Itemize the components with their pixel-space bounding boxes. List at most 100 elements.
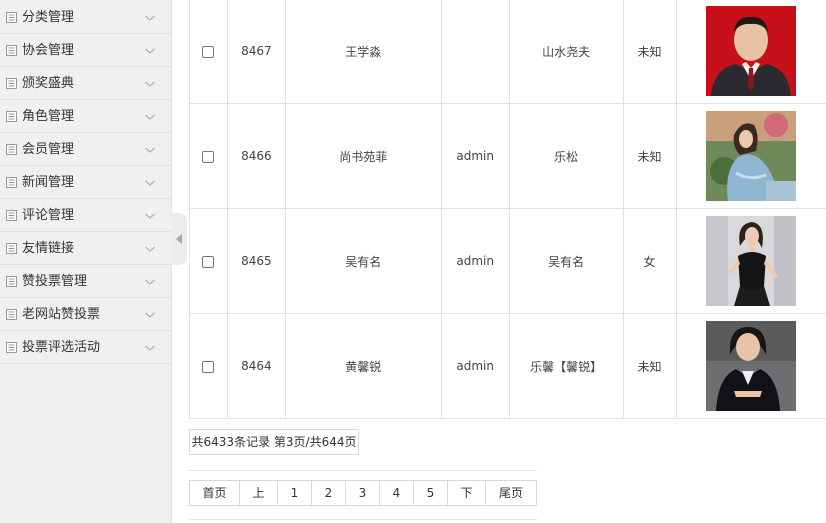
sidebar-collapse-toggle[interactable] — [171, 213, 187, 265]
row-checkbox[interactable] — [202, 255, 215, 268]
sidebar-item-label: 颁奖盛典 — [22, 76, 75, 91]
portrait-photo — [705, 6, 796, 96]
chevron-down-icon — [145, 180, 155, 186]
row-select-cell — [189, 0, 228, 104]
document-icon — [6, 342, 17, 353]
table-row: 8465 吴有名 admin 吴有名 女 — [189, 208, 826, 314]
name-cell: 黄馨锐 — [284, 313, 442, 419]
first-page-button[interactable]: 首页 — [190, 481, 240, 505]
sidebar-item-label: 友情链接 — [22, 241, 75, 256]
chevron-down-icon — [145, 48, 155, 54]
photo-cell — [675, 313, 826, 419]
photo-cell — [675, 208, 826, 314]
name-cell: 吴有名 — [284, 208, 442, 314]
page-button-3[interactable]: 3 — [346, 481, 380, 505]
row-select-cell — [189, 313, 228, 419]
document-icon — [6, 12, 17, 23]
divider — [189, 519, 537, 520]
editor-cell: 乐松 — [508, 103, 624, 209]
name-cell: 王学淼 — [284, 0, 442, 104]
editor-cell: 乐馨【馨锐】 — [508, 313, 624, 419]
row-select-cell — [189, 208, 228, 314]
chevron-down-icon — [145, 81, 155, 87]
gender-cell: 未知 — [622, 0, 677, 104]
sidebar-item-votes[interactable]: 赞投票管理 — [0, 266, 171, 298]
pagination: 首页 上 1 2 3 4 5 下 尾页 — [189, 480, 537, 506]
sidebar-item-news[interactable]: 新闻管理 — [0, 167, 171, 199]
sidebar-item-comments[interactable]: 评论管理 — [0, 200, 171, 232]
page-button-1[interactable]: 1 — [278, 481, 312, 505]
author-cell: admin — [440, 208, 510, 314]
divider — [189, 470, 537, 471]
portrait-photo — [705, 216, 796, 306]
sidebar-item-category[interactable]: 分类管理 — [0, 2, 171, 34]
sidebar-item-label: 老网站赞投票 — [22, 307, 101, 322]
sidebar-item-label: 协会管理 — [22, 43, 75, 58]
document-icon — [6, 210, 17, 221]
prev-page-button[interactable]: 上 — [240, 481, 278, 505]
editor-cell: 山水尧夫 — [508, 0, 624, 104]
author-cell: admin — [440, 103, 510, 209]
table-row: 8464 黄馨锐 admin 乐馨【馨锐】 未知 — [189, 313, 826, 419]
page-button-2[interactable]: 2 — [312, 481, 346, 505]
document-icon — [6, 309, 17, 320]
document-icon — [6, 45, 17, 56]
chevron-down-icon — [145, 15, 155, 21]
sidebar-item-label: 分类管理 — [22, 10, 75, 25]
sidebar-item-label: 新闻管理 — [22, 175, 75, 190]
page-button-5[interactable]: 5 — [414, 481, 448, 505]
sidebar-item-association[interactable]: 协会管理 — [0, 35, 171, 67]
row-checkbox[interactable] — [202, 150, 215, 163]
gender-cell: 未知 — [622, 313, 677, 419]
chevron-down-icon — [145, 279, 155, 285]
document-icon — [6, 144, 17, 155]
chevron-down-icon — [145, 246, 155, 252]
data-table: 8467 王学淼 山水尧夫 未知 8466 尚书苑菲 admin 乐松 未知 8… — [189, 0, 826, 419]
photo-cell — [675, 0, 826, 104]
sidebar-item-label: 赞投票管理 — [22, 274, 88, 289]
sidebar-item-awards[interactable]: 颁奖盛典 — [0, 68, 171, 100]
sidebar-item-roles[interactable]: 角色管理 — [0, 101, 171, 133]
sidebar-item-label: 角色管理 — [22, 109, 75, 124]
sidebar-item-members[interactable]: 会员管理 — [0, 134, 171, 166]
sidebar-item-old-votes[interactable]: 老网站赞投票 — [0, 299, 171, 331]
document-icon — [6, 243, 17, 254]
id-cell: 8466 — [226, 103, 286, 209]
next-page-button[interactable]: 下 — [448, 481, 486, 505]
document-icon — [6, 111, 17, 122]
chevron-down-icon — [145, 147, 155, 153]
gender-cell: 女 — [622, 208, 677, 314]
id-cell: 8465 — [226, 208, 286, 314]
author-cell — [440, 0, 510, 104]
gender-cell: 未知 — [622, 103, 677, 209]
sidebar-item-vote-events[interactable]: 投票评选活动 — [0, 332, 171, 364]
document-icon — [6, 276, 17, 287]
document-icon — [6, 177, 17, 188]
chevron-down-icon — [145, 213, 155, 219]
table-row: 8467 王学淼 山水尧夫 未知 — [189, 0, 826, 104]
last-page-button[interactable]: 尾页 — [486, 481, 536, 505]
sidebar-item-links[interactable]: 友情链接 — [0, 233, 171, 265]
document-icon — [6, 78, 17, 89]
id-cell: 8467 — [226, 0, 286, 104]
record-info: 共6433条记录 第3页/共644页 — [189, 429, 359, 455]
row-checkbox[interactable] — [202, 360, 215, 373]
name-cell: 尚书苑菲 — [284, 103, 442, 209]
id-cell: 8464 — [226, 313, 286, 419]
portrait-photo — [705, 111, 796, 201]
photo-cell — [675, 103, 826, 209]
table-row: 8466 尚书苑菲 admin 乐松 未知 — [189, 103, 826, 209]
editor-cell: 吴有名 — [508, 208, 624, 314]
chevron-down-icon — [145, 114, 155, 120]
sidebar-item-label: 会员管理 — [22, 142, 75, 157]
portrait-photo — [705, 321, 796, 411]
chevron-down-icon — [145, 312, 155, 318]
chevron-left-icon — [176, 234, 182, 244]
sidebar: 分类管理 协会管理 颁奖盛典 角色管理 会员管理 新闻管理 评论管理 友情链接 — [0, 0, 172, 523]
row-select-cell — [189, 103, 228, 209]
author-cell: admin — [440, 313, 510, 419]
sidebar-item-label: 评论管理 — [22, 208, 75, 223]
sidebar-item-label: 投票评选活动 — [22, 340, 101, 355]
page-button-4[interactable]: 4 — [380, 481, 414, 505]
row-checkbox[interactable] — [202, 45, 215, 58]
